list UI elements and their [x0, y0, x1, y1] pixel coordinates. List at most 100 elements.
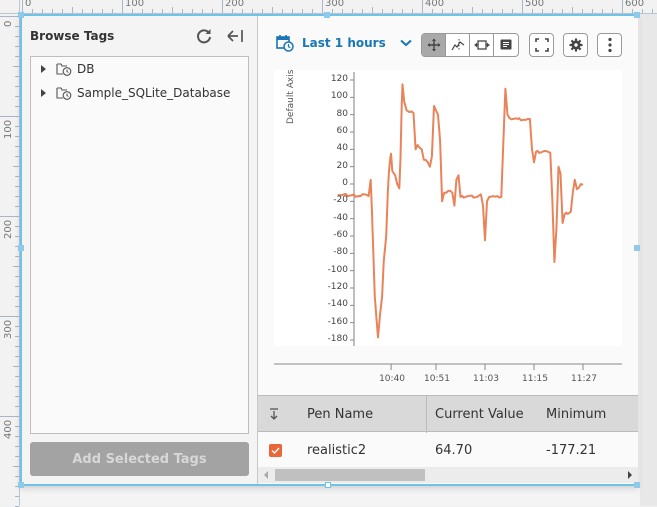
- ruler-tick: [172, 7, 173, 13]
- sort-column-header[interactable]: [269, 396, 279, 432]
- ruler-tick: [562, 9, 563, 13]
- ruler-tick: [15, 326, 19, 327]
- x-tick-label: 11:03: [473, 374, 499, 384]
- sort-arrow-icon: [270, 408, 278, 420]
- y-tick-label: -60: [333, 230, 348, 240]
- resize-handle[interactable]: [634, 12, 640, 18]
- tree-item-sample-sqlite-database[interactable]: Sample_SQLite_Database: [31, 82, 230, 104]
- canvas-background: [640, 14, 657, 506]
- ruler-tick: [122, 0, 123, 13]
- ruler-tick: [62, 9, 63, 13]
- ruler-tick: [522, 0, 523, 13]
- ruler-tick: [422, 0, 423, 13]
- resize-handle[interactable]: [325, 482, 331, 488]
- ruler-tick: [15, 76, 19, 77]
- ruler-tick: [342, 9, 343, 13]
- chart-panel: Last 1 hours Default Axis 120 100 80 60 …: [258, 16, 638, 484]
- scroll-right-icon[interactable]: [627, 471, 633, 479]
- y-tick-label: -160: [327, 316, 348, 327]
- vertical-ruler: 0 100 200 300 400: [0, 0, 20, 507]
- resize-handle[interactable]: [634, 245, 640, 251]
- ruler-tick: [192, 9, 193, 13]
- ruler-label: 400: [3, 419, 14, 439]
- ruler-tick: [492, 9, 493, 13]
- resize-handle[interactable]: [324, 12, 330, 18]
- refresh-icon: [197, 29, 211, 44]
- folder-history-icon: [56, 63, 72, 76]
- scroll-left-icon[interactable]: [263, 471, 269, 479]
- ruler-tick: [15, 136, 19, 137]
- column-header-pen-name[interactable]: Pen Name: [307, 396, 373, 432]
- scrollbar-thumb[interactable]: [275, 469, 425, 481]
- ruler-tick: [162, 9, 163, 13]
- ruler-tick: [652, 9, 653, 13]
- ruler-tick: [15, 236, 19, 237]
- ruler-tick: [482, 9, 483, 13]
- add-selected-tags-button[interactable]: Add Selected Tags: [30, 442, 249, 476]
- resize-handle[interactable]: [634, 482, 640, 488]
- ruler-tick: [15, 86, 19, 87]
- ruler-tick: [502, 9, 503, 13]
- ruler-tick: [132, 9, 133, 13]
- ruler-tick: [632, 9, 633, 13]
- tree-item-db[interactable]: DB: [31, 58, 94, 80]
- ruler-tick: [182, 9, 183, 13]
- column-header-current-value[interactable]: Current Value: [435, 396, 524, 432]
- ruler-tick: [0, 116, 19, 117]
- y-tick-label: 40: [336, 143, 348, 154]
- ruler-label: 0: [25, 0, 32, 9]
- ruler-tick: [352, 9, 353, 13]
- ruler-tick: [0, 216, 19, 217]
- pen-visibility-checkbox[interactable]: [269, 443, 282, 457]
- ruler-tick: [15, 46, 19, 47]
- ruler-tick: [15, 376, 19, 377]
- ruler-tick: [0, 16, 19, 17]
- ruler-label: 300: [3, 319, 14, 339]
- ruler-tick: [612, 9, 613, 13]
- table-row[interactable]: realistic2 64.70 -177.21: [258, 433, 638, 467]
- ruler-tick: [15, 456, 19, 457]
- ruler-tick: [15, 176, 19, 177]
- expand-arrow-icon[interactable]: [41, 65, 46, 73]
- y-tick-label: -140: [327, 299, 348, 310]
- ruler-label: 100: [125, 0, 145, 9]
- resize-handle[interactable]: [18, 12, 24, 18]
- ruler-tick: [592, 9, 593, 13]
- resize-handle[interactable]: [18, 482, 24, 488]
- series-line-realistic2[interactable]: [337, 83, 584, 339]
- tag-tree: DB Sample_SQLite_Database: [30, 56, 249, 434]
- minimum-cell: -177.21: [546, 442, 597, 458]
- ruler-tick: [32, 9, 33, 13]
- x-tick-label: 10:40: [379, 374, 406, 384]
- horizontal-scrollbar[interactable]: [258, 467, 638, 483]
- ruler-tick: [15, 126, 19, 127]
- resize-handle[interactable]: [18, 245, 24, 251]
- ruler-tick: [13, 166, 19, 167]
- collapse-left-icon: [227, 30, 243, 42]
- ruler-tick: [15, 226, 19, 227]
- pen-table-header: Pen Name Current Value Minimum: [258, 396, 638, 432]
- refresh-button[interactable]: [194, 26, 214, 46]
- y-tick-label: -120: [327, 282, 348, 292]
- ruler-tick: [15, 396, 19, 397]
- ruler-tick: [92, 9, 93, 13]
- y-tick-label: 100: [330, 91, 348, 102]
- ruler-tick: [642, 9, 643, 13]
- browse-tags-panel: Browse Tags DB Sample_SQLite_Database Ad…: [22, 16, 258, 484]
- ruler-tick: [15, 36, 19, 37]
- ruler-tick: [402, 9, 403, 13]
- current-value-cell: 64.70: [435, 442, 473, 458]
- y-tick-label: 0: [342, 178, 348, 188]
- ruler-tick: [392, 9, 393, 13]
- ruler-tick: [602, 9, 603, 13]
- ruler-tick: [82, 9, 83, 13]
- ruler-tick: [15, 206, 19, 207]
- ruler-tick: [222, 0, 223, 13]
- ruler-tick: [332, 9, 333, 13]
- ruler-tick: [15, 56, 19, 57]
- collapse-panel-button[interactable]: [224, 26, 246, 46]
- power-chart-component[interactable]: Browse Tags DB Sample_SQLite_Database Ad…: [18, 12, 640, 488]
- column-header-minimum[interactable]: Minimum: [546, 396, 606, 432]
- expand-arrow-icon[interactable]: [41, 89, 46, 97]
- browse-tags-title: Browse Tags: [30, 29, 115, 43]
